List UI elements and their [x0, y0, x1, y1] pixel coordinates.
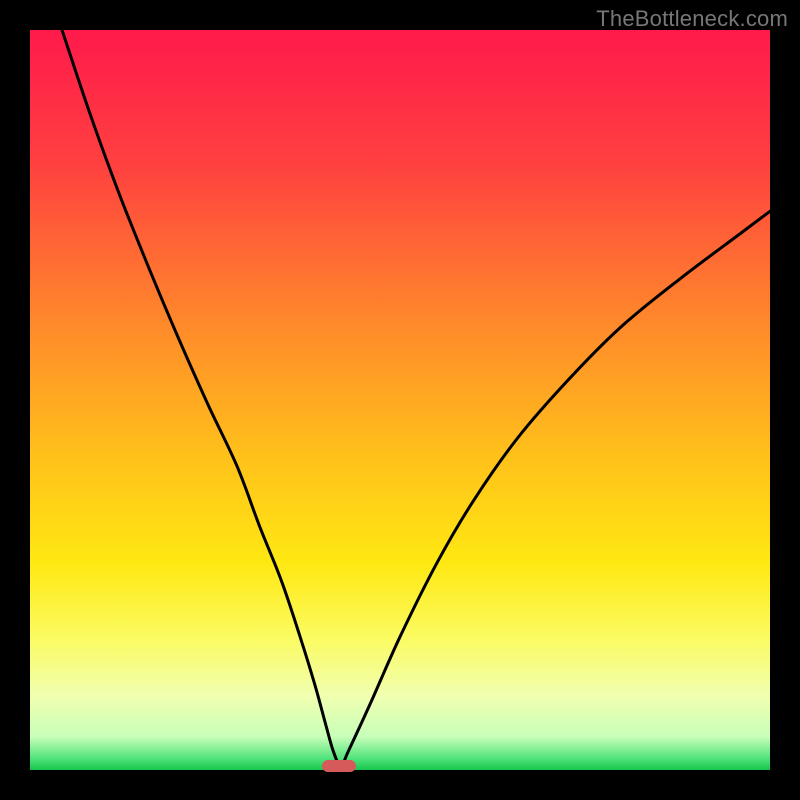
bottleneck-curve: [30, 30, 770, 770]
optimal-marker: [322, 760, 356, 772]
chart-frame: TheBottleneck.com: [0, 0, 800, 800]
watermark-text: TheBottleneck.com: [596, 6, 788, 32]
plot-area: [30, 30, 770, 770]
